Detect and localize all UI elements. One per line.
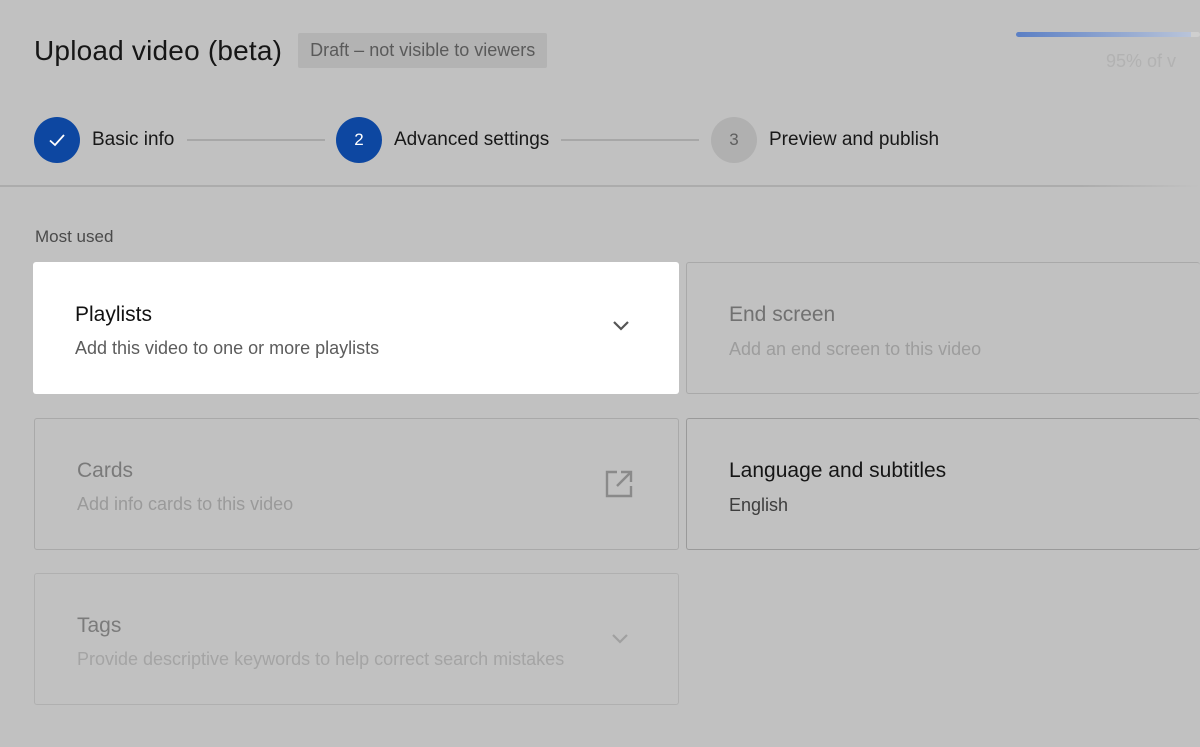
playlists-card[interactable]: Playlists Add this video to one or more …: [33, 262, 679, 394]
divider: [0, 185, 1200, 187]
card-subtitle: Add info cards to this video: [77, 494, 294, 514]
step-number: 2: [336, 117, 382, 163]
step-advanced-settings[interactable]: 2 Advanced settings: [336, 116, 549, 164]
step-label: Basic info: [92, 129, 175, 150]
external-link-icon[interactable]: [604, 469, 634, 499]
step-connector: [187, 139, 325, 141]
page-header: Upload video (beta) Draft – not visible …: [34, 33, 548, 68]
card-title: Playlists: [75, 303, 153, 326]
step-number: 3: [711, 117, 757, 163]
cards-card[interactable]: Cards Add info cards to this video: [34, 418, 679, 550]
progress-bar: [1016, 32, 1200, 37]
language-subtitles-card[interactable]: Language and subtitles English: [686, 418, 1200, 550]
chevron-down-icon[interactable]: [610, 632, 630, 646]
step-label: Preview and publish: [769, 129, 940, 150]
section-label: Most used: [35, 227, 114, 246]
card-subtitle: Add this video to one or more playlists: [75, 338, 380, 358]
card-subtitle: Provide descriptive keywords to help cor…: [77, 649, 565, 669]
card-subtitle: Add an end screen to this video: [729, 339, 982, 359]
step-preview-publish[interactable]: 3 Preview and publish: [711, 116, 939, 164]
step-label: Advanced settings: [394, 129, 550, 150]
step-connector: [561, 139, 699, 141]
progress-text: 95% of v: [1106, 51, 1177, 71]
card-subtitle: English: [729, 495, 789, 515]
step-basic-info[interactable]: Basic info: [34, 116, 174, 164]
end-screen-card[interactable]: End screen Add an end screen to this vid…: [686, 262, 1200, 394]
check-icon: [49, 134, 65, 147]
card-title: End screen: [729, 303, 836, 326]
card-title: Language and subtitles: [729, 459, 947, 482]
page-title: Upload video (beta): [34, 34, 283, 66]
card-title: Tags: [77, 614, 122, 637]
tags-card[interactable]: Tags Provide descriptive keywords to hel…: [34, 573, 679, 705]
progress-bar-fill: [1016, 32, 1191, 37]
upload-stepper: Basic info 2 Advanced settings 3 Preview…: [34, 116, 1134, 164]
upload-progress: 95% of v: [1016, 32, 1200, 72]
status-badge: Draft – not visible to viewers: [298, 33, 548, 68]
chevron-down-icon[interactable]: [611, 319, 631, 333]
card-title: Cards: [77, 459, 134, 482]
step-complete-indicator: [34, 117, 80, 163]
